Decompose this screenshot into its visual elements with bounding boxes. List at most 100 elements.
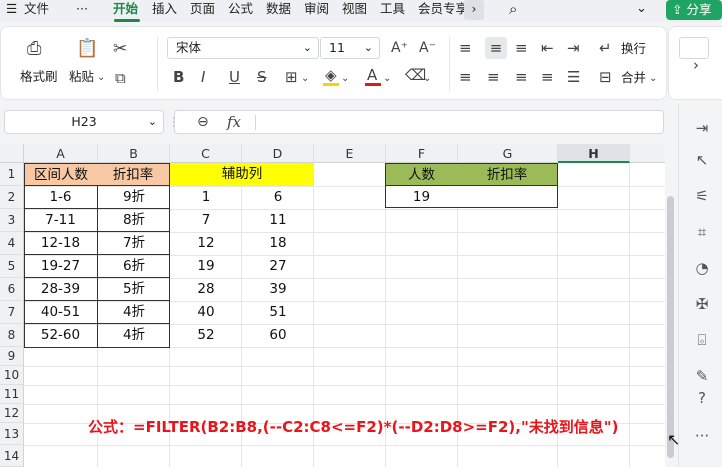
cell-d2[interactable]: 6 bbox=[242, 186, 314, 209]
fill-color-icon[interactable]: ◈ bbox=[325, 67, 337, 83]
cell-g2[interactable] bbox=[457, 185, 558, 208]
spreadsheet-grid[interactable]: A B C D E F G H 1 2 3 4 5 6 7 8 9 10 11 … bbox=[0, 144, 665, 467]
chevron-down-icon[interactable]: ⌄ bbox=[383, 71, 391, 87]
cell-b2[interactable]: 9折 bbox=[98, 186, 170, 209]
name-box[interactable]: H23 ⌄ bbox=[4, 110, 164, 134]
cell-a7[interactable]: 40-51 bbox=[24, 301, 97, 324]
collapse-icon[interactable]: ⇥ bbox=[692, 118, 712, 138]
cell-a1[interactable]: 区间人数 bbox=[24, 163, 98, 186]
chevron-down-icon[interactable]: ⌄ bbox=[423, 71, 431, 87]
row-header-13[interactable]: 13 bbox=[0, 423, 24, 445]
row-header-3[interactable]: 3 bbox=[0, 209, 24, 232]
scrollbar-thumb[interactable] bbox=[667, 196, 674, 458]
tab-member[interactable]: 会员专享 bbox=[418, 0, 468, 20]
row-header-10[interactable]: 10 bbox=[0, 366, 24, 385]
paste-icon[interactable]: 📋 bbox=[76, 40, 98, 58]
tab-view[interactable]: 视图 bbox=[342, 0, 367, 20]
help-icon[interactable]: ? bbox=[692, 388, 712, 408]
cell-f2[interactable]: 19 bbox=[385, 185, 458, 208]
cell-a2[interactable]: 1-6 bbox=[24, 186, 97, 209]
border-icon[interactable]: ⊞ bbox=[285, 69, 298, 85]
bold-button[interactable]: B bbox=[173, 69, 184, 85]
format-painter-icon[interactable]: ⎙ bbox=[27, 40, 41, 58]
row-header-5[interactable]: 5 bbox=[0, 255, 24, 278]
select-cursor-icon[interactable]: ↖ bbox=[692, 150, 712, 170]
cell-c2[interactable]: 1 bbox=[170, 186, 242, 209]
strikethrough-button[interactable]: S bbox=[257, 69, 267, 85]
paste-label[interactable]: 粘贴 bbox=[69, 70, 94, 84]
chevron-down-icon[interactable]: ⌄ bbox=[301, 71, 309, 87]
chevron-right-icon[interactable]: › bbox=[693, 57, 699, 73]
row-header-12[interactable]: 12 bbox=[0, 404, 24, 423]
column-header-a[interactable]: A bbox=[24, 144, 98, 163]
align-center-icon[interactable]: ≡ bbox=[487, 69, 500, 85]
tab-review[interactable]: 审阅 bbox=[304, 0, 329, 20]
align-left-icon[interactable]: ≡ bbox=[459, 69, 472, 85]
column-header-h[interactable]: H bbox=[558, 144, 630, 163]
cell-c6[interactable]: 28 bbox=[170, 278, 242, 301]
align-right-icon[interactable]: ≡ bbox=[515, 69, 528, 85]
column-header-d[interactable]: D bbox=[242, 144, 314, 163]
cell-c8[interactable]: 52 bbox=[170, 324, 242, 347]
column-header-g[interactable]: G bbox=[458, 144, 558, 163]
wrap-text-icon[interactable]: ↵ bbox=[599, 40, 612, 56]
merge-icon[interactable]: ⊟ bbox=[599, 69, 612, 85]
cell-a6[interactable]: 28-39 bbox=[24, 278, 97, 301]
cell-a4[interactable]: 12-18 bbox=[24, 232, 97, 255]
tab-home[interactable]: 开始 bbox=[113, 0, 138, 20]
share-button[interactable]: ⇪ 分享 bbox=[666, 0, 722, 20]
book-search-icon[interactable]: ⌺ bbox=[692, 330, 712, 350]
column-header-e[interactable]: E bbox=[314, 144, 386, 163]
italic-button[interactable]: I bbox=[201, 69, 205, 85]
vertical-scrollbar[interactable] bbox=[665, 144, 678, 467]
cell-b1[interactable]: 折扣率 bbox=[97, 163, 170, 186]
pie-chart-icon[interactable]: ◔ bbox=[692, 258, 712, 278]
column-header-f[interactable]: F bbox=[386, 144, 458, 163]
more-icon[interactable]: ··· bbox=[692, 426, 712, 446]
font-name-select[interactable]: 宋体 ⌄ bbox=[167, 37, 319, 59]
menu-more[interactable]: ··· bbox=[76, 0, 88, 20]
row-header-8[interactable]: 8 bbox=[0, 324, 24, 347]
cell-b4[interactable]: 7折 bbox=[98, 232, 170, 255]
row-header-6[interactable]: 6 bbox=[0, 278, 24, 301]
row-header-14[interactable]: 14 bbox=[0, 445, 24, 467]
cell-b3[interactable]: 8折 bbox=[98, 209, 170, 232]
indent-increase-icon[interactable]: ⇥ bbox=[567, 40, 580, 56]
search-icon[interactable]: ⌕ bbox=[509, 0, 517, 20]
align-bottom-icon[interactable]: ≡ bbox=[515, 40, 528, 56]
row-header-2[interactable]: 2 bbox=[0, 186, 24, 209]
grow-font-icon[interactable]: A⁺ bbox=[391, 40, 408, 56]
cell-a3[interactable]: 7-11 bbox=[24, 209, 97, 232]
tab-page[interactable]: 页面 bbox=[190, 0, 215, 20]
fx-icon[interactable]: fx bbox=[227, 114, 241, 130]
merge-label[interactable]: 合并 bbox=[621, 71, 646, 85]
minimize-icon[interactable]: ⌄ bbox=[636, 0, 647, 20]
tab-tools[interactable]: 工具 bbox=[380, 0, 405, 20]
cell-d8[interactable]: 60 bbox=[242, 324, 314, 347]
select-all-corner[interactable] bbox=[0, 144, 24, 163]
cell-b5[interactable]: 6折 bbox=[98, 255, 170, 278]
menu-icon[interactable]: ☰ bbox=[6, 0, 17, 20]
cell-g1[interactable]: 折扣率 bbox=[457, 163, 558, 186]
font-color-icon[interactable]: A bbox=[367, 67, 377, 83]
cell-d6[interactable]: 39 bbox=[242, 278, 314, 301]
chevron-down-icon[interactable]: ⌄ bbox=[341, 71, 349, 87]
shrink-font-icon[interactable]: A⁻ bbox=[419, 40, 436, 56]
underline-button[interactable]: U bbox=[229, 69, 240, 85]
menu-file[interactable]: 文件 bbox=[24, 0, 49, 20]
ai-icon[interactable]: ✎ bbox=[692, 366, 712, 386]
cell-c3[interactable]: 7 bbox=[170, 209, 242, 232]
column-header-b[interactable]: B bbox=[98, 144, 170, 163]
row-header-9[interactable]: 9 bbox=[0, 347, 24, 366]
column-header-c[interactable]: C bbox=[170, 144, 242, 163]
cell-a8[interactable]: 52-60 bbox=[24, 324, 97, 347]
cell-c1-d1-merged[interactable]: 辅助列 bbox=[170, 163, 314, 186]
cell-d4[interactable]: 18 bbox=[242, 232, 314, 255]
copy-icon[interactable]: ⧉ bbox=[115, 70, 126, 86]
indent-decrease-icon[interactable]: ⇤ bbox=[541, 40, 554, 56]
cell-d5[interactable]: 27 bbox=[242, 255, 314, 278]
row-header-4[interactable]: 4 bbox=[0, 232, 24, 255]
column-header-next[interactable] bbox=[630, 144, 665, 163]
cell-c5[interactable]: 19 bbox=[170, 255, 242, 278]
row-header-1[interactable]: 1 bbox=[0, 163, 24, 186]
